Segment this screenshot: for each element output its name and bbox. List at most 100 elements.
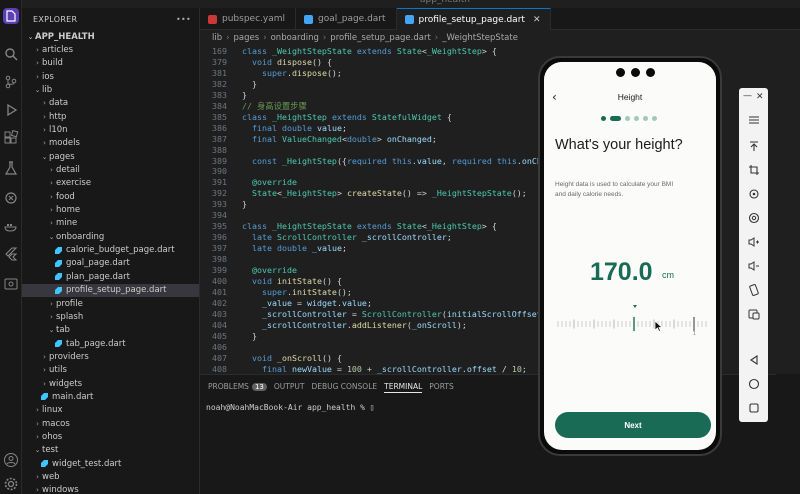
folder-item[interactable]: › web (22, 471, 199, 484)
folder-item[interactable]: › home (22, 204, 199, 217)
folder-item[interactable]: › utils (22, 364, 199, 377)
source-control-icon[interactable] (3, 74, 19, 90)
dart-file-icon (40, 459, 49, 468)
tree-item-label: macos (42, 418, 70, 429)
nav-back-icon[interactable] (746, 352, 761, 367)
folder-item[interactable]: › build (22, 57, 199, 70)
tree-item-label: calorie_budget_page.dart (66, 245, 175, 256)
folder-item[interactable]: › l10n (22, 123, 199, 136)
chevron-down-icon: ⌄ (48, 232, 55, 241)
folder-item[interactable]: › mine (22, 217, 199, 230)
terminal-prompt[interactable]: noah@NoahMacBook-Air app_health % ▯ (206, 403, 375, 412)
search-icon[interactable] (3, 46, 19, 62)
folder-item[interactable]: › ios (22, 70, 199, 83)
folder-item[interactable]: › macos (22, 417, 199, 430)
chevron-right-icon: › (36, 45, 39, 54)
folder-item[interactable]: › ohos (22, 431, 199, 444)
panel-tab[interactable]: PROBLEMS 13 (208, 380, 267, 393)
status-bar (544, 62, 716, 84)
nav-overview-icon[interactable] (746, 400, 761, 415)
folder-item[interactable]: › detail (22, 164, 199, 177)
editor-tab[interactable]: profile_setup_page.dart ✕ (396, 8, 552, 30)
folder-item[interactable]: › data (22, 97, 199, 110)
tree-item-label: widget_test.dart (52, 458, 122, 469)
minimize-icon[interactable]: — (743, 91, 752, 101)
folder-item[interactable]: › models (22, 137, 199, 150)
tree-item-label: ios (42, 71, 54, 82)
at-sign-icon[interactable] (746, 210, 761, 225)
file-item[interactable]: calorie_budget_page.dart (22, 244, 199, 257)
folder-item[interactable]: › profile (22, 297, 199, 310)
file-item[interactable]: goal_page.dart (22, 257, 199, 270)
breadcrumb-item[interactable]: onboarding (271, 33, 319, 43)
mouse-cursor-icon (654, 320, 663, 332)
file-item[interactable]: profile_setup_page.dart (22, 283, 199, 297)
folder-item[interactable]: › providers (22, 350, 199, 363)
tree-item-label: food (56, 191, 75, 202)
more-actions-icon[interactable]: ••• (176, 15, 191, 24)
close-icon[interactable]: ✕ (756, 92, 764, 102)
panel-tabs: PROBLEMS 13 OUTPUT DEBUG CONSOLE TERMINAL POR… (208, 380, 461, 393)
app-bar: ‹ Height (544, 86, 716, 108)
explorer-icon[interactable] (3, 8, 19, 24)
breadcrumb-item[interactable]: pages (234, 33, 260, 43)
tree-item-label: tab (56, 325, 70, 336)
folder-item[interactable]: › windows (22, 484, 199, 494)
account-icon[interactable] (3, 452, 19, 468)
volume-down-icon[interactable] (746, 258, 761, 273)
dart-file-icon (54, 286, 63, 295)
ruler-pointer (633, 305, 637, 308)
folder-item[interactable]: › linux (22, 404, 199, 417)
folder-item[interactable]: ⌄ pages (22, 150, 199, 163)
height-ruler-slider[interactable]: 1 (556, 302, 708, 342)
screenshot-icon[interactable] (746, 306, 761, 321)
remote-explorer-icon[interactable] (3, 190, 19, 206)
testing-icon[interactable] (3, 160, 19, 176)
volume-up-icon[interactable] (746, 234, 761, 249)
tab-close-icon[interactable]: ✕ (533, 15, 541, 25)
folder-item[interactable]: › widgets (22, 377, 199, 390)
tab-label: goal_page.dart (318, 14, 386, 24)
tree-item-label: goal_page.dart (66, 258, 130, 269)
folder-item[interactable]: › articles (22, 43, 199, 56)
device-icon[interactable] (3, 276, 19, 292)
panel-tab[interactable]: TERMINAL (384, 380, 423, 393)
folder-item[interactable]: › exercise (22, 177, 199, 190)
folder-item[interactable]: ⌄ lib (22, 83, 199, 96)
tree-item-label: pages (49, 151, 75, 162)
next-button[interactable]: Next (555, 412, 711, 438)
folder-item[interactable]: ⌄ APP_HEALTH (22, 30, 199, 43)
folder-item[interactable]: ⌄ tab (22, 324, 199, 337)
breadcrumb-item[interactable]: _WeightStepState (442, 33, 518, 43)
editor-tab[interactable]: goal_page.dart (296, 8, 397, 30)
panel-tab[interactable]: PORTS (429, 380, 453, 393)
panel-tab[interactable]: OUTPUT (274, 380, 305, 393)
extensions-icon[interactable] (3, 129, 19, 146)
folder-item[interactable]: ⌄ onboarding (22, 230, 199, 243)
upload-icon[interactable] (746, 138, 761, 153)
explorer-title: EXPLORER (33, 14, 78, 24)
breadcrumb-item[interactable]: lib (212, 33, 222, 43)
tree-item-label: providers (49, 351, 89, 362)
menu-icon[interactable] (746, 112, 761, 127)
crop-icon[interactable] (746, 162, 761, 177)
rotate-icon[interactable] (746, 186, 761, 201)
panel-tab[interactable]: DEBUG CONSOLE (311, 380, 377, 393)
file-item[interactable]: main.dart (22, 390, 199, 403)
nav-home-icon[interactable] (746, 376, 761, 391)
editor-tab[interactable]: pubspec.yaml (200, 8, 296, 30)
folder-item[interactable]: › http (22, 110, 199, 123)
file-item[interactable]: tab_page.dart (22, 337, 199, 350)
manage-gear-icon[interactable] (3, 476, 19, 492)
folder-item[interactable]: › splash (22, 310, 199, 323)
folder-item[interactable]: › food (22, 190, 199, 203)
run-debug-icon[interactable] (3, 102, 19, 118)
folder-item[interactable]: ⌄ test (22, 444, 199, 457)
breadcrumb-item[interactable]: profile_setup_page.dart (330, 33, 431, 43)
tree-item-label: models (49, 138, 80, 149)
rotate-device-icon[interactable] (746, 282, 761, 297)
file-item[interactable]: plan_page.dart (22, 270, 199, 283)
flutter-icon[interactable] (3, 246, 19, 262)
docker-icon[interactable] (3, 218, 19, 234)
file-item[interactable]: widget_test.dart (22, 457, 199, 470)
